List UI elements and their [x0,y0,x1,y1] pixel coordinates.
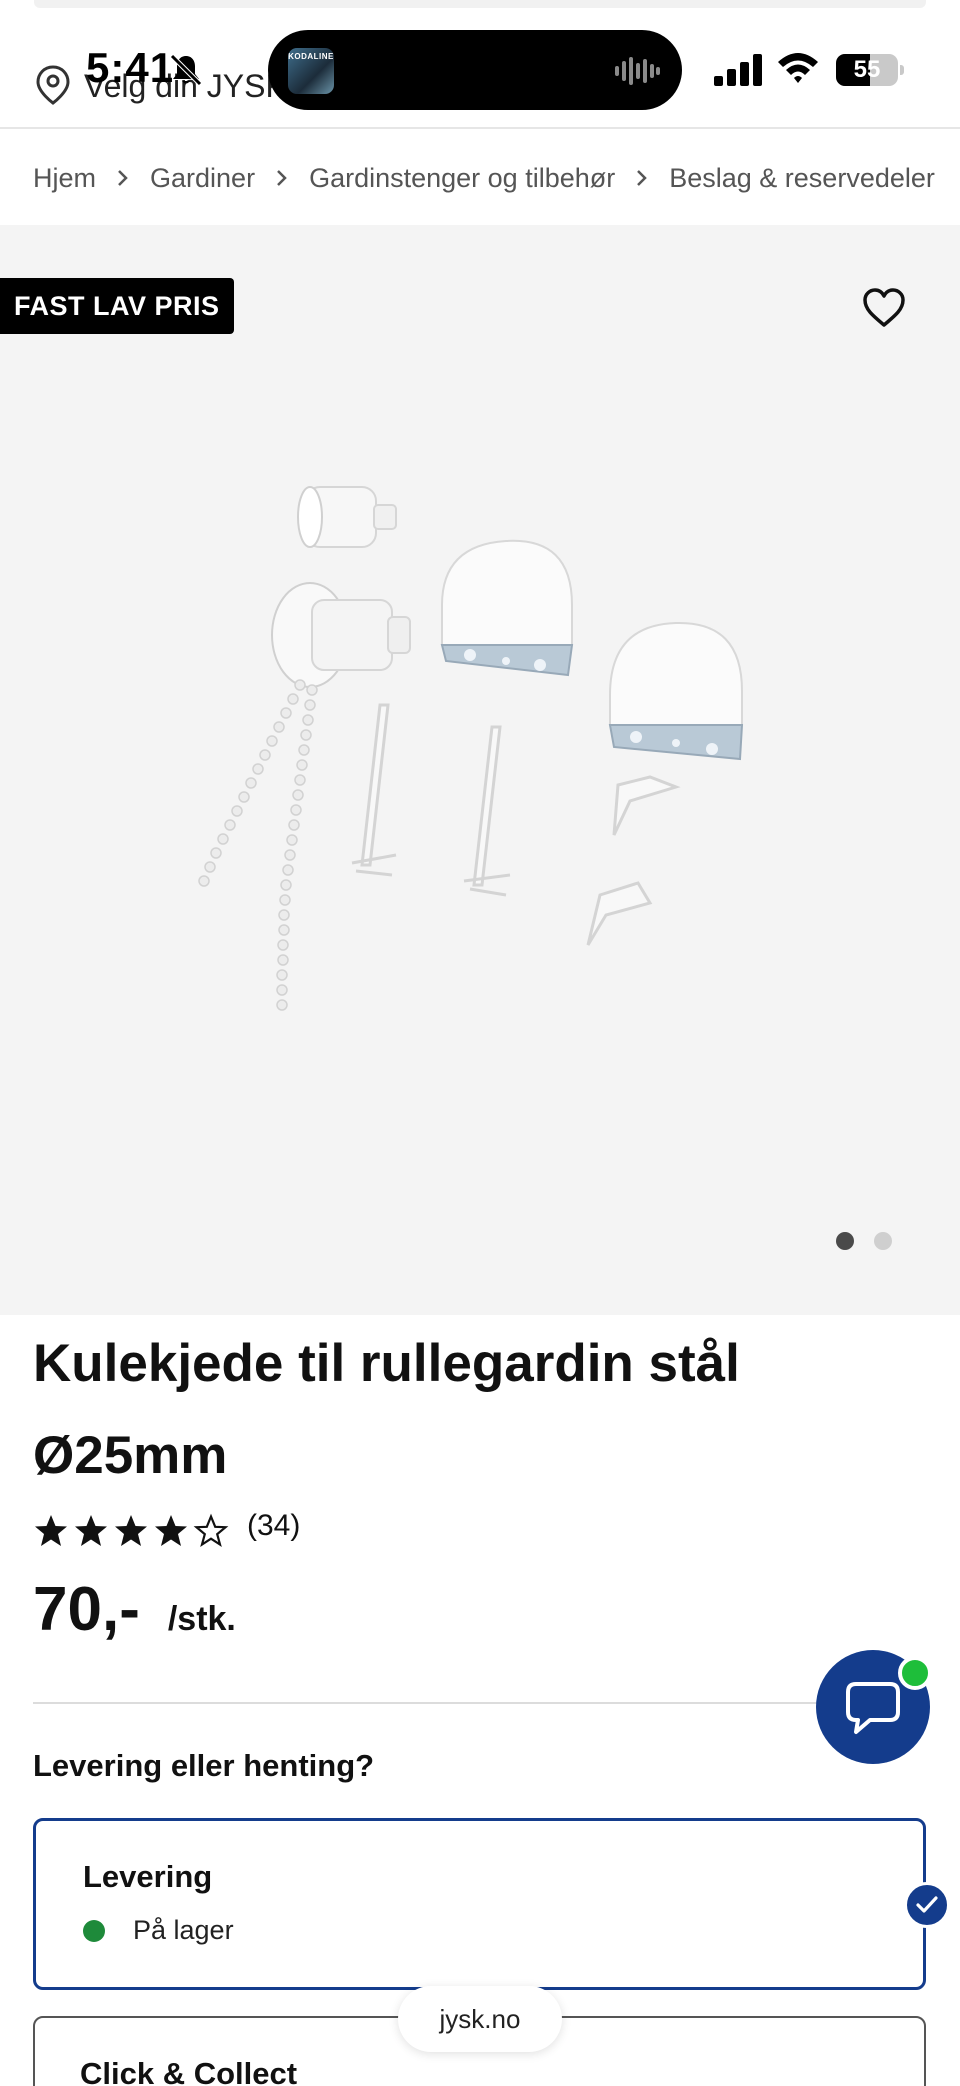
bell-mute-icon [170,54,202,86]
in-stock-dot [83,1919,105,1942]
star-filled-icon [155,1515,187,1546]
rating-count[interactable]: (34) [247,1509,300,1543]
price-value: 70,- [33,1575,140,1644]
now-playing-artwork: KODALINE [288,48,334,94]
stock-status: På lager [83,1915,234,1946]
star-filled-icon [75,1515,107,1546]
price-unit: /stk. [167,1600,236,1638]
battery-body: 55 [836,54,898,86]
status-bar: 5:41 KODALINE 55 [0,0,960,128]
battery-percentage: 55 [853,56,881,83]
chevron-right-icon [118,170,128,186]
product-image-gallery[interactable]: FAST LAV PRIS [0,225,960,1315]
selected-check-badge [904,1882,950,1928]
breadcrumb-curtains[interactable]: Gardiner [150,163,255,194]
delivery-option-title: Levering [83,1859,213,1894]
product-title: Kulekjede til rullegardin stål Ø25mm [33,1334,740,1485]
dynamic-island[interactable]: KODALINE [268,30,682,110]
product-image [198,486,744,1011]
end-plug-part [297,486,397,548]
price-badge: FAST LAV PRIS [0,278,234,334]
bead-chain [198,679,318,1011]
breadcrumb-curtain-rods[interactable]: Gardinstenger og tilbehør [309,163,615,194]
wifi-icon [778,53,818,83]
stock-status-text: På lager [133,1915,234,1945]
click-and-collect-title: Click & Collect [80,2056,298,2086]
gallery-dot-2[interactable] [874,1232,892,1250]
chevron-right-icon [637,170,648,186]
chat-bubble-icon [846,1682,900,1734]
star-filled-icon [115,1515,147,1546]
product-price: 70,- /stk. [33,1574,236,1645]
chat-online-indicator [898,1656,932,1690]
star-filled-icon [35,1515,67,1546]
bracket-part-1 [440,539,574,677]
checkmark-icon [916,1896,938,1913]
star-empty-icon [193,1513,229,1547]
bracket-part-2 [608,621,744,761]
status-time: 5:41 [86,44,175,91]
breadcrumb-brackets-parts[interactable]: Beslag & reservedeler [669,163,935,194]
gallery-dot-1[interactable] [836,1232,854,1250]
heart-icon[interactable] [862,287,906,329]
chain-mechanism-part [271,582,411,688]
audio-waveform-icon [615,57,660,85]
breadcrumb: Hjem Gardiner Gardinstenger og tilbehør … [33,156,960,200]
chevron-right-icon [277,170,287,186]
battery-terminal [900,65,904,75]
battery-indicator: 55 [836,54,904,86]
delivery-option-card[interactable]: Levering På lager [33,1818,926,1990]
header-divider [0,127,960,129]
product-rating[interactable]: (34) [33,1509,300,1549]
gallery-pagination [836,1232,892,1250]
delivery-heading: Levering eller henting? [33,1748,375,1783]
section-divider [33,1702,928,1704]
now-playing-artwork-text: KODALINE [288,52,334,61]
cellular-signal-icon [714,54,762,86]
browser-url-pill[interactable]: jysk.no [398,1986,562,2052]
breadcrumb-home[interactable]: Hjem [33,163,96,194]
